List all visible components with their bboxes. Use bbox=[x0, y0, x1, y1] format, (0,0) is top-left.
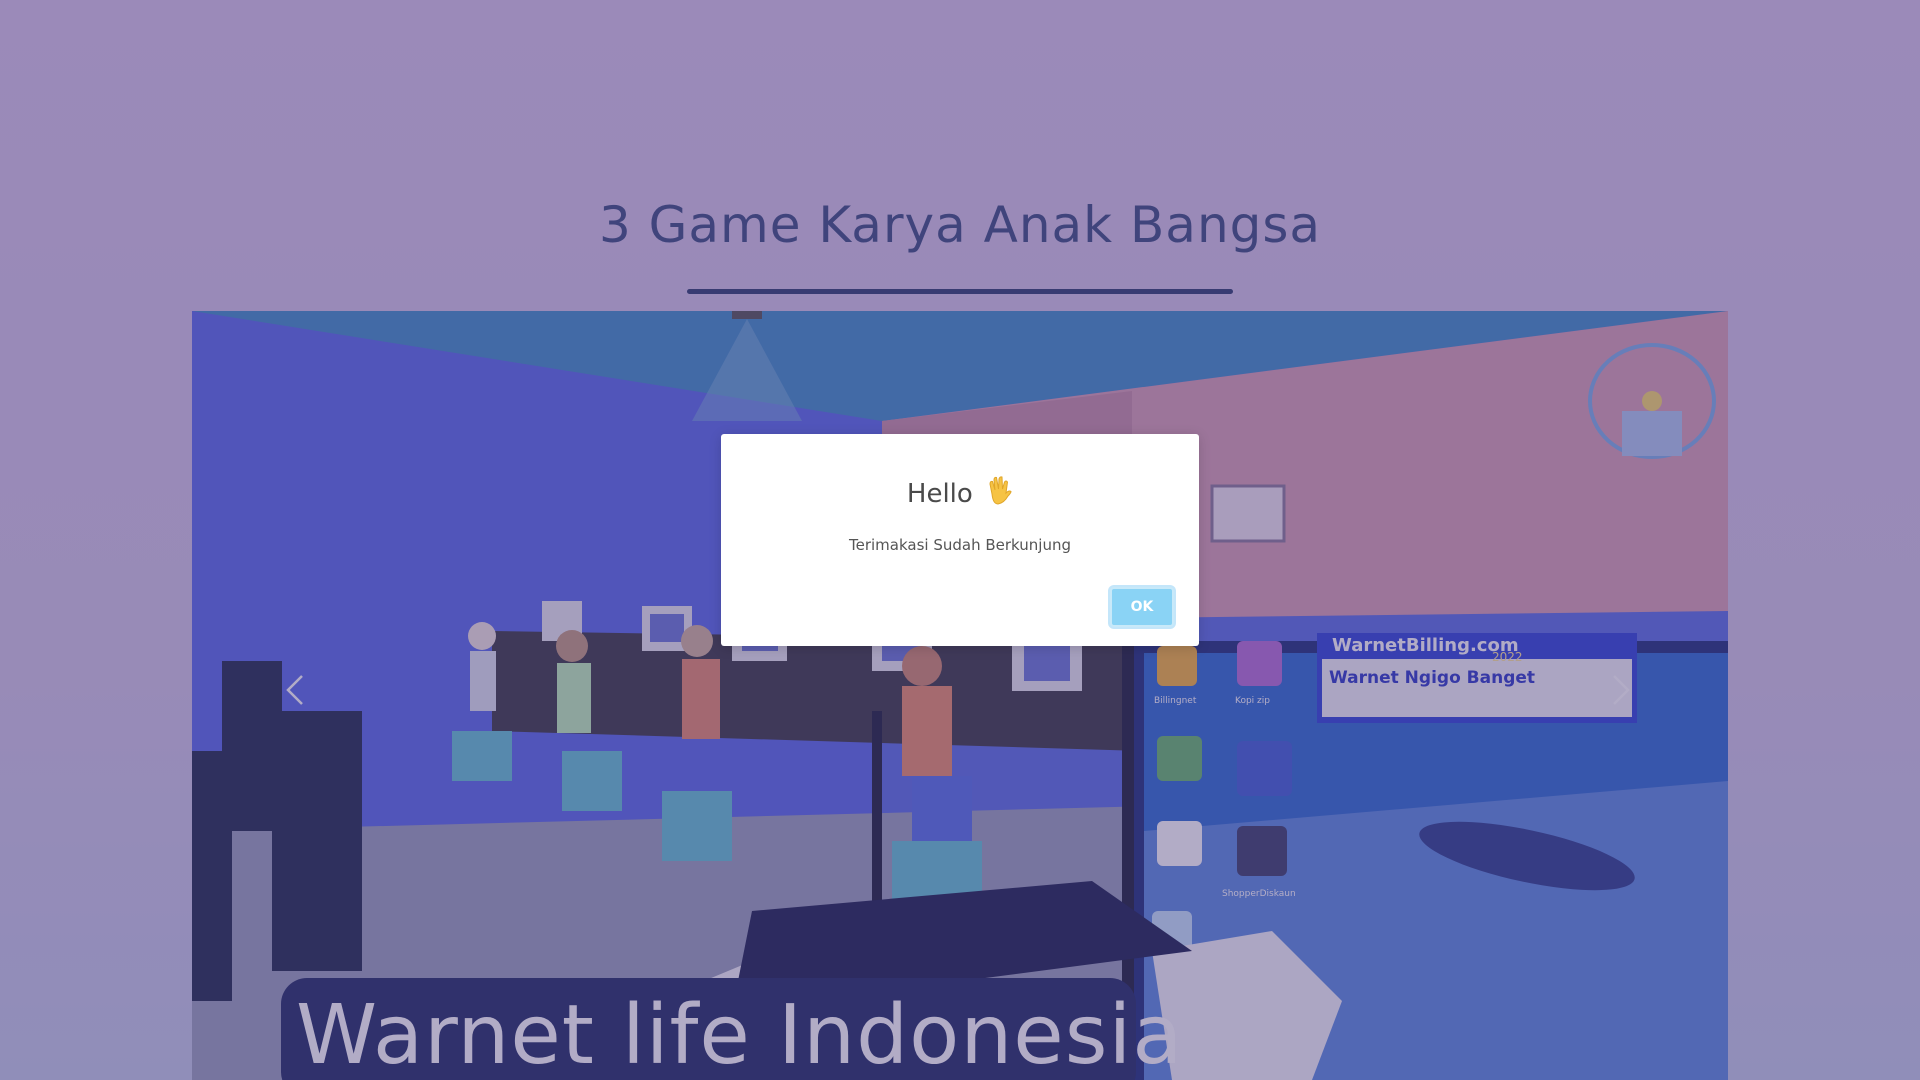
waving-hand-icon bbox=[989, 476, 1012, 505]
welcome-dialog: Hello Terimakasi Sudah Berkunjung OK bbox=[721, 434, 1199, 646]
dialog-message: Terimakasi Sudah Berkunjung bbox=[849, 536, 1071, 554]
ok-button[interactable]: OK bbox=[1110, 587, 1174, 627]
dialog-title-row: Hello bbox=[721, 476, 1199, 509]
dialog-title: Hello bbox=[906, 479, 973, 509]
